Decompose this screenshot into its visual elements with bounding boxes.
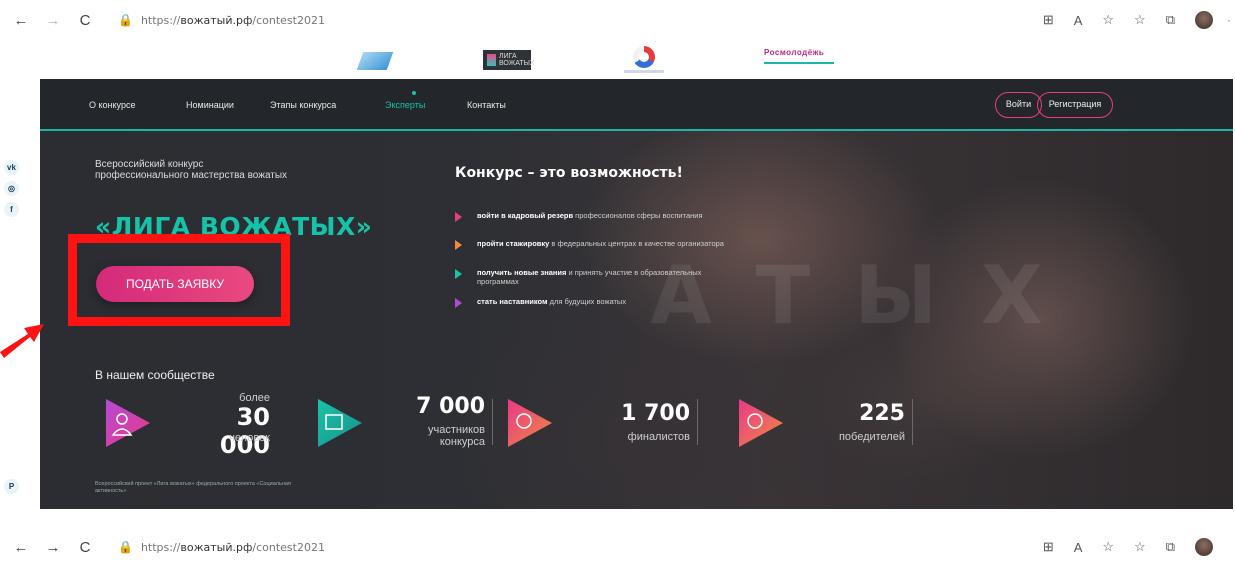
group-icon [318,399,362,447]
vk-icon[interactable]: vk [4,160,19,175]
browser-toolbar-bottom: ← → C 🔒 https://вожатый.рф/contest2021 ⊞… [0,530,1235,564]
favorite-add-icon[interactable]: ☆ [1102,539,1114,555]
stat-divider [912,399,913,445]
opportunity-item: войти в кадровый резерв профессионалов с… [455,211,745,222]
teal-triangle-icon [455,269,462,279]
address-bar[interactable]: https://вожатый.рф/contest2021 [141,14,325,27]
main-nav: О конкурсе Номинации Этапы конкурса Эксп… [40,79,1233,131]
collections-icon[interactable]: ⧉ [1166,539,1175,555]
address-bar[interactable]: https://вожатый.рф/contest2021 [141,541,325,554]
zoom-icon[interactable]: A [1074,13,1083,28]
forward-icon[interactable]: → [42,539,64,556]
stat-winners-label: победителей [838,431,905,443]
orange-triangle-icon [455,240,462,250]
partner-logo-1 [356,52,394,70]
people-icon [106,399,150,447]
stat-finalists-label: финалистов [627,431,690,443]
reader-icon[interactable]: ⊞ [1043,539,1054,555]
community-heading: В нашем сообществе [95,368,215,382]
nav-stages[interactable]: Этапы конкурса [270,100,336,110]
footer-caption: Всероссийский проект «Лига вожатых» феде… [95,481,291,494]
medal-icon [508,399,552,447]
highlight-box [68,234,290,326]
stat-winners-number: 225 [859,401,905,426]
stat-participants-number: 7 000 [416,394,485,419]
award-icon [739,399,783,447]
stat-participants-label: участников конкурса [427,424,485,448]
lock-icon: 🔒 [118,13,133,27]
profile-avatar[interactable] [1195,538,1213,556]
facebook-icon[interactable]: f [4,202,19,217]
partner-logo-round [633,46,655,68]
pointer-arrow-icon [0,324,44,358]
opportunity-item: пройти стажировку в федеральных центрах … [455,239,745,250]
purple-triangle-icon [455,298,462,308]
browser-toolbar: ← → C 🔒 https://вожатый.рф/contest2021 ⊞… [0,3,1235,37]
zoom-icon[interactable]: A [1074,540,1083,555]
pink-triangle-icon [455,212,462,222]
forward-icon[interactable]: → [42,12,64,29]
favorite-add-icon[interactable]: ☆ [1102,12,1114,28]
stat-members-label: человек [229,432,270,444]
contest-subtitle: Всероссийский конкурс профессионального … [95,159,288,181]
partner-logo-caption [624,70,664,73]
collections-icon[interactable]: ⧉ [1166,12,1175,28]
liga-logo: ЛИГА ВОЖАТЫХ [483,50,534,70]
rosmolodezh-logo[interactable]: Росмолодёжь [764,48,824,57]
opportunities-heading: Конкурс – это возможность! [455,165,683,181]
nav-active-dot [412,91,416,95]
opportunity-item: стать наставником для будущих вожатых [455,297,745,308]
stat-finalists-number: 1 700 [621,401,690,426]
nav-contacts[interactable]: Контакты [467,100,506,110]
register-button[interactable]: Регистрация [1037,92,1113,118]
instagram-icon[interactable]: ◎ [4,181,19,196]
lock-icon: 🔒 [118,540,133,554]
stat-divider [697,399,698,445]
nav-nominations[interactable]: Номинации [186,100,234,110]
more-icon[interactable]: · [1227,13,1231,27]
rosmolodezh-underline [764,62,834,64]
nav-experts[interactable]: Эксперты [385,100,425,110]
partner-logos: ЛИГА ВОЖАТЫХ Росмолодёжь [0,38,1235,78]
favorites-icon[interactable]: ☆ [1134,539,1146,555]
reload-icon[interactable]: C [74,539,96,556]
favorites-icon[interactable]: ☆ [1134,12,1146,28]
profile-avatar[interactable] [1195,11,1213,29]
reader-icon[interactable]: ⊞ [1043,12,1054,28]
stat-members-number: 30 000 [219,403,270,459]
stat-divider [492,399,493,445]
project-icon[interactable]: P [4,479,19,494]
opportunity-item: получить новые знания и принять участие … [455,268,745,286]
title-watermark: А Т Ы Х [650,249,1051,342]
nav-about[interactable]: О конкурсе [89,100,135,110]
back-icon[interactable]: ← [10,539,32,556]
login-button[interactable]: Войти [995,92,1042,118]
back-icon[interactable]: ← [10,12,32,29]
reload-icon[interactable]: C [74,12,96,29]
